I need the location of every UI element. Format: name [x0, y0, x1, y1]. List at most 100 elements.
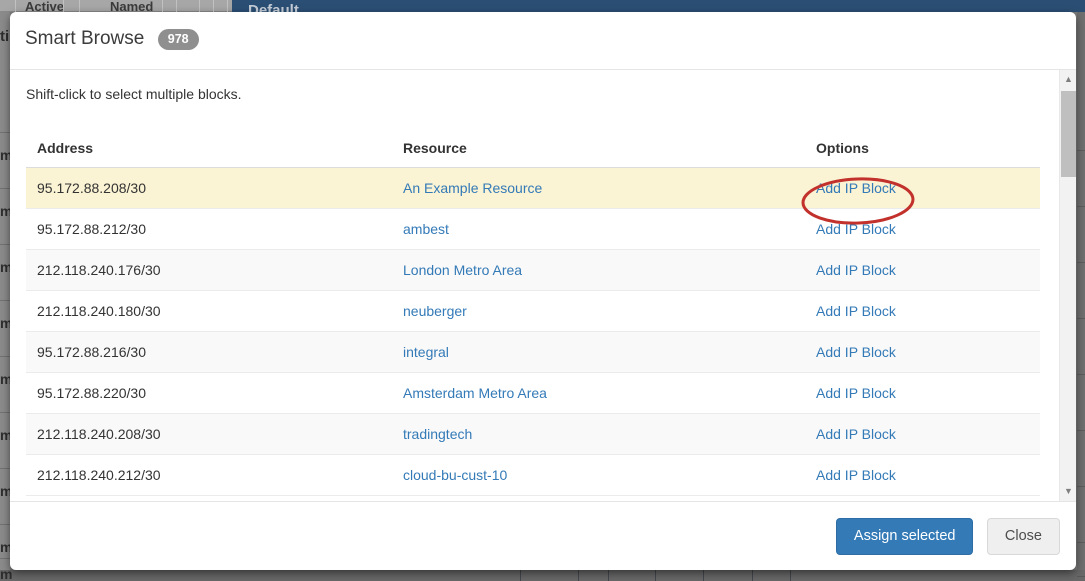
- resource-link[interactable]: London Metro Area: [403, 262, 522, 278]
- resource-link[interactable]: neuberger: [403, 303, 467, 319]
- background-tab-active: Active: [25, 0, 64, 12]
- resource-cell: An Example Resource: [392, 180, 805, 196]
- options-cell: Add IP Block: [805, 180, 1040, 196]
- background-row-line: [1077, 262, 1085, 263]
- table-row[interactable]: 95.172.88.216/30integralAdd IP Block: [26, 332, 1040, 373]
- background-row-line: [0, 412, 10, 413]
- background-blue-panel: Default: [232, 0, 1085, 12]
- divider: [227, 0, 228, 12]
- background-tab-named: Named: [110, 0, 153, 12]
- options-cell: Add IP Block: [805, 385, 1040, 401]
- table-scrollbar[interactable]: ▲ ▼: [1059, 70, 1076, 501]
- background-text-fragment: ti: [0, 30, 9, 44]
- table-row[interactable]: 95.172.88.212/30ambestAdd IP Block: [26, 209, 1040, 250]
- modal-title: Smart Browse: [25, 28, 144, 50]
- background-panel-label: Default: [248, 2, 299, 12]
- modal-footer: Assign selected Close: [10, 501, 1076, 570]
- address-cell: 95.172.88.220/30: [26, 385, 392, 401]
- close-button[interactable]: Close: [987, 518, 1060, 555]
- background-column-line: [578, 570, 579, 581]
- background-column-line: [703, 570, 704, 581]
- modal-header: Smart Browse 978: [10, 12, 1076, 70]
- column-header-address: Address: [26, 140, 392, 156]
- background-row-line: [1077, 542, 1085, 543]
- resource-link[interactable]: cloud-bu-cust-10: [403, 467, 507, 483]
- backdrop-right-strip: [1077, 12, 1085, 581]
- background-row-line: [1077, 318, 1085, 319]
- background-row-line: [0, 468, 10, 469]
- background-row-line: [0, 356, 10, 357]
- divider: [63, 0, 64, 12]
- table-row[interactable]: 212.118.240.208/30 tradingtech Add IP Bloc…: [26, 414, 1040, 455]
- table-row[interactable]: 95.172.88.220/30 Amsterdam Metro Area Add …: [26, 373, 1040, 414]
- background-row-line: [1077, 374, 1085, 375]
- divider: [79, 0, 80, 12]
- add-ip-block-link[interactable]: Add IP Block: [816, 467, 896, 483]
- smart-browse-modal: Smart Browse 978 Shift-click to select m…: [10, 12, 1076, 570]
- options-cell: Add IP Block: [805, 262, 1040, 278]
- background-row-line: [0, 244, 10, 245]
- options-cell: Add IP Block: [805, 467, 1040, 483]
- background-column-line: [608, 570, 609, 581]
- background-row-line: [1077, 576, 1085, 577]
- scrollbar-thumb[interactable]: [1061, 91, 1076, 177]
- resource-cell: Amsterdam Metro Area: [392, 385, 805, 401]
- column-header-options: Options: [805, 140, 1040, 156]
- resource-link[interactable]: An Example Resource: [403, 180, 542, 196]
- hint-text: Shift-click to select multiple blocks.: [26, 84, 1076, 104]
- table-row[interactable]: 212.118.240.176/30 London Metro Area Add I…: [26, 250, 1040, 291]
- divider: [213, 0, 214, 12]
- table-row[interactable]: 212.118.240.180/30neubergerAdd IP Block: [26, 291, 1040, 332]
- background-row-line: [1077, 430, 1085, 431]
- scrollbar-down-arrow-icon[interactable]: ▼: [1060, 483, 1076, 500]
- divider: [162, 0, 163, 12]
- add-ip-block-link[interactable]: Add IP Block: [816, 180, 896, 196]
- resource-link[interactable]: Amsterdam Metro Area: [403, 385, 547, 401]
- divider: [199, 0, 200, 12]
- resource-cell: integral: [392, 344, 805, 360]
- add-ip-block-link[interactable]: Add IP Block: [816, 426, 896, 442]
- add-ip-block-link[interactable]: Add IP Block: [816, 262, 896, 278]
- background-column-line: [752, 570, 753, 581]
- resource-cell: neuberger: [392, 303, 805, 319]
- resource-cell: cloud-bu-cust-10: [392, 467, 805, 483]
- background-row-line: [0, 300, 10, 301]
- address-cell: 212.118.240.208/30: [26, 426, 392, 442]
- add-ip-block-link[interactable]: Add IP Block: [816, 385, 896, 401]
- options-cell: Add IP Block: [805, 344, 1040, 360]
- scrollbar-up-arrow-icon[interactable]: ▲: [1060, 71, 1076, 88]
- background-row-line: [0, 132, 10, 133]
- divider: [15, 0, 16, 12]
- resource-cell: London Metro Area: [392, 262, 805, 278]
- modal-body: Shift-click to select multiple blocks. A…: [10, 70, 1076, 501]
- background-tab-strip: Active Named: [0, 0, 232, 12]
- screen: timmmmmmmmm Active Named Default Smart B…: [0, 0, 1085, 581]
- table-row[interactable]: 95.172.88.208/30An Example ResourceAdd I…: [26, 168, 1040, 209]
- background-row-line: [1077, 206, 1085, 207]
- resource-link[interactable]: integral: [403, 344, 449, 360]
- address-cell: 212.118.240.176/30: [26, 262, 392, 278]
- background-row-line: [1077, 150, 1085, 151]
- table-header-row: Address Resource Options: [26, 128, 1040, 168]
- background-row-line: [0, 558, 10, 559]
- resource-link[interactable]: ambest: [403, 221, 449, 237]
- background-row-line: [1077, 486, 1085, 487]
- add-ip-block-link[interactable]: Add IP Block: [816, 221, 896, 237]
- count-badge: 978: [158, 29, 199, 50]
- background-row-line: [0, 524, 10, 525]
- resource-link[interactable]: tradingtech: [403, 426, 472, 442]
- background-column-line: [520, 570, 521, 581]
- address-cell: 212.118.240.212/30: [26, 467, 392, 483]
- options-cell: Add IP Block: [805, 426, 1040, 442]
- background-topbar: Active Named Default: [0, 0, 1085, 12]
- add-ip-block-link[interactable]: Add IP Block: [816, 344, 896, 360]
- column-header-resource: Resource: [392, 140, 805, 156]
- background-row-line: [0, 188, 10, 189]
- ip-block-table: Address Resource Options 95.172.88.208/3…: [26, 128, 1040, 496]
- divider: [176, 0, 177, 12]
- assign-selected-button[interactable]: Assign selected: [836, 518, 974, 555]
- options-cell: Add IP Block: [805, 221, 1040, 237]
- add-ip-block-link[interactable]: Add IP Block: [816, 303, 896, 319]
- table-row[interactable]: 212.118.240.212/30 cloud-bu-cust-10 Add IP…: [26, 455, 1040, 496]
- resource-cell: ambest: [392, 221, 805, 237]
